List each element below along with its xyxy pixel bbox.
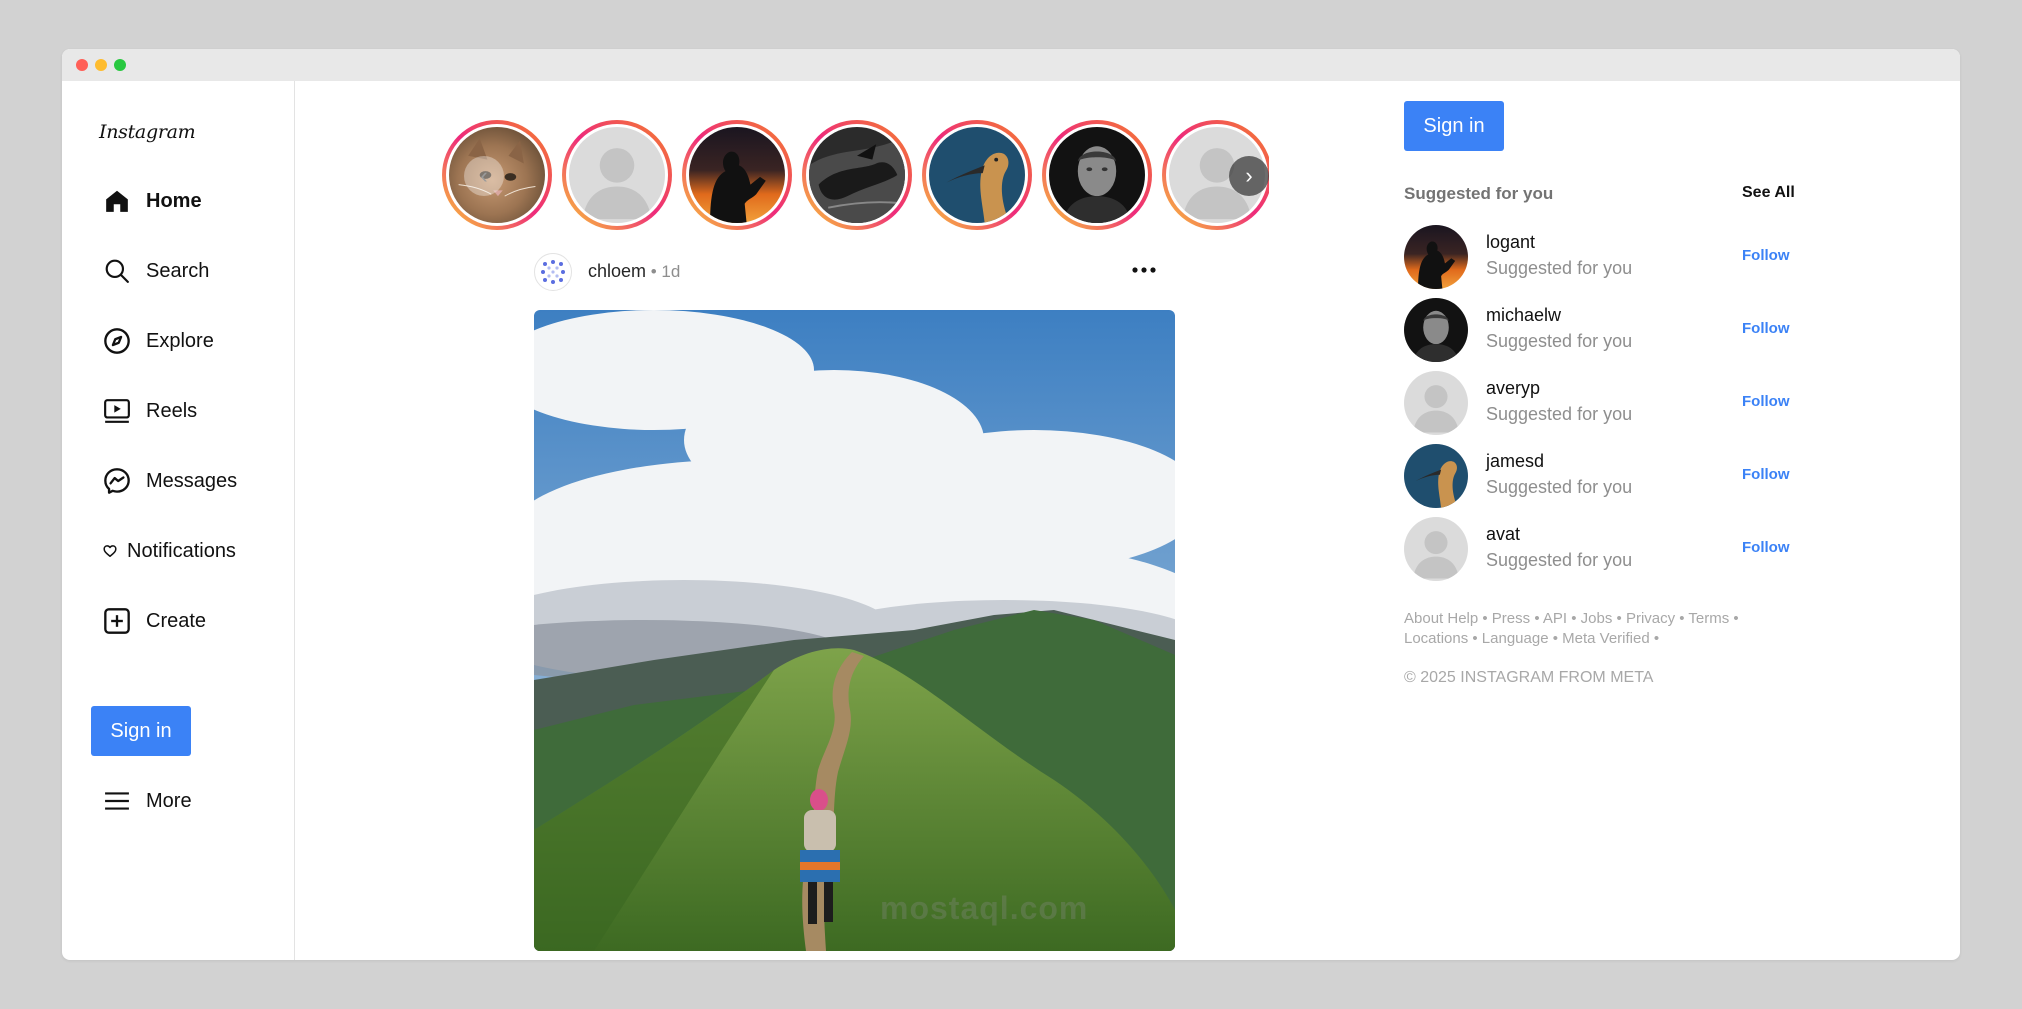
chevron-left-icon: ‹ [480,163,488,188]
story-avatar-image [929,127,1025,223]
suggestion-item: michaelw Suggested for you Follow [1404,298,1790,362]
story-item[interactable] [802,120,912,230]
default-avatar-image[interactable] [1404,371,1468,435]
follow-button[interactable]: Follow [1742,466,1790,483]
window-titlebar [62,49,1960,81]
header-signin-button[interactable]: Sign in [1404,101,1504,151]
footer-links: About Help • Press • API • Jobs • Privac… [1404,609,1744,649]
sidebar-item-label: Search [146,259,210,282]
minimize-window-button[interactable] [95,59,107,71]
suggestion-username[interactable]: logant [1486,232,1535,253]
sidebar-item-explore[interactable]: Explore [102,321,214,361]
stories-next-button[interactable]: › [1229,156,1269,196]
suggestion-item: avat Suggested for you Follow [1404,517,1790,581]
follow-button[interactable]: Follow [1742,247,1790,264]
sidebar-item-label: Messages [146,469,238,492]
sidebar-item-reels[interactable]: Reels [102,391,197,431]
suggestion-item: averyp Suggested for you Follow [1404,371,1790,435]
post-options-button[interactable] [1129,255,1159,285]
suggestion-username[interactable]: jamesd [1486,451,1544,472]
chevron-right-icon: › [1245,163,1253,188]
post-header: chloem • 1d [534,251,1159,295]
plus-square-icon [102,606,132,636]
follow-button[interactable]: Follow [1742,320,1790,337]
sidebar-signin-button[interactable]: Sign in [91,706,191,756]
see-all-link[interactable]: See All [1742,184,1795,202]
follow-button[interactable]: Follow [1742,393,1790,410]
post-meta: chloem • 1d [588,261,680,282]
instagram-logo[interactable]: Instagram [99,121,196,143]
heart-icon [102,536,118,566]
sidebar-item-messages[interactable]: Messages [102,461,237,501]
post-image[interactable] [534,310,1175,951]
suggestion-subtitle: Suggested for you [1486,477,1633,497]
more-horizontal-icon [1132,267,1156,273]
dotted-avatar-icon [541,260,565,284]
post-timestamp: • 1d [646,262,681,281]
app-content: Instagram Home Search Explore Reels Mess… [62,81,1960,960]
sidebar-item-notifications[interactable]: Notifications [102,531,236,571]
sidebar-item-label: More [146,789,192,812]
sidebar-item-home[interactable]: Home [102,181,202,221]
story-avatar-image [1049,127,1145,223]
search-icon [102,256,132,286]
stories-prev-button[interactable]: ‹ [464,156,504,196]
post-author-avatar[interactable] [534,253,572,291]
compass-icon [102,326,132,356]
messenger-icon [102,466,132,496]
suggestion-subtitle: Suggested for you [1486,258,1633,278]
footer-links-line[interactable]: Locations • Language • Meta Verified • [1404,629,1744,649]
hamburger-menu-icon [102,786,132,816]
copyright-text: © 2025 INSTAGRAM FROM META [1404,669,1654,686]
sidebar-item-label: Notifications [127,539,236,562]
suggestion-subtitle: Suggested for you [1486,331,1633,351]
suggestion-subtitle: Suggested for you [1486,404,1633,424]
sidebar-item-label: Explore [146,329,214,352]
suggestion-item: jamesd Suggested for you Follow [1404,444,1790,508]
close-window-button[interactable] [76,59,88,71]
suggestion-item: logant Suggested for you Follow [1404,225,1790,289]
story-item[interactable] [562,120,672,230]
story-avatar-image [689,127,785,223]
story-item[interactable] [1042,120,1152,230]
post-username[interactable]: chloem [588,261,646,281]
suggestion-avatar[interactable] [1404,444,1468,508]
footer-links-line[interactable]: About Help • Press • API • Jobs • Privac… [1404,609,1744,629]
sidebar-item-label: Create [146,609,207,632]
maximize-window-button[interactable] [114,59,126,71]
story-item[interactable] [682,120,792,230]
watermark: mostaql.com [880,890,1089,926]
default-avatar-image [569,127,665,223]
suggestion-username[interactable]: michaelw [1486,305,1561,326]
stories-tray: ‹ › [442,120,1269,232]
suggestion-username[interactable]: avat [1486,524,1520,545]
follow-button[interactable]: Follow [1742,539,1790,556]
suggestion-subtitle: Suggested for you [1486,550,1633,570]
sidebar: Instagram Home Search Explore Reels Mess… [62,81,295,960]
home-icon [102,186,132,216]
sidebar-item-label: Reels [146,399,198,422]
default-avatar-image[interactable] [1404,517,1468,581]
sidebar-item-search[interactable]: Search [102,251,209,291]
story-avatar-image [809,127,905,223]
sidebar-item-create[interactable]: Create [102,601,206,641]
browser-window: Instagram Home Search Explore Reels Mess… [62,49,1960,960]
sidebar-item-more[interactable]: More [102,781,192,821]
reels-icon [102,396,132,426]
suggestion-avatar[interactable] [1404,225,1468,289]
suggestion-avatar[interactable] [1404,298,1468,362]
story-item[interactable] [922,120,1032,230]
sidebar-item-label: Home [146,189,202,212]
suggested-title: Suggested for you [1404,184,1554,203]
suggestion-username[interactable]: averyp [1486,378,1540,399]
